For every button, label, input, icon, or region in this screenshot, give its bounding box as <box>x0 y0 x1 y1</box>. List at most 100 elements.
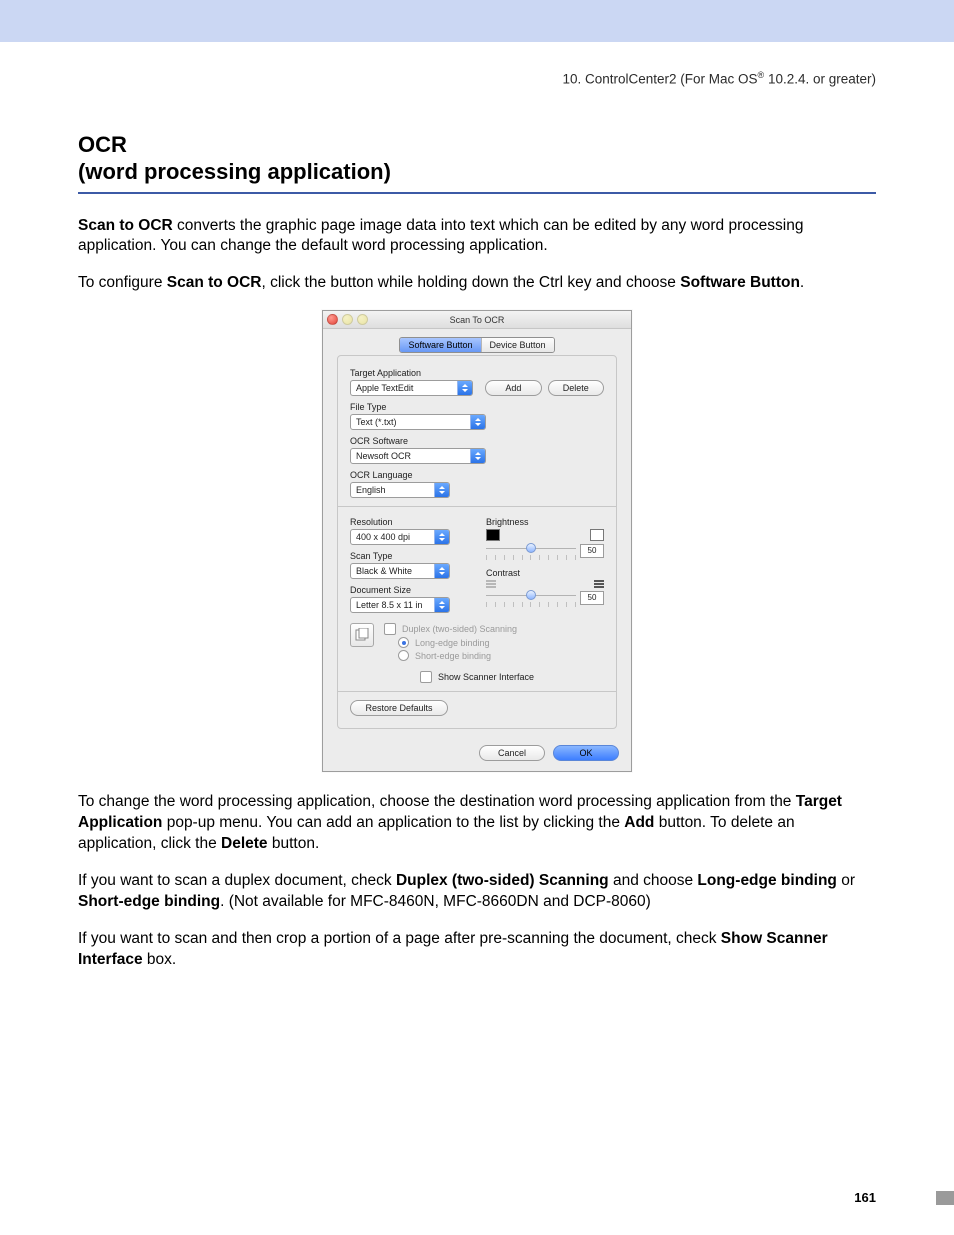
long-edge-radio[interactable] <box>398 637 409 648</box>
duplex-checkbox-row: Duplex (two-sided) Scanning <box>384 623 604 635</box>
page-number: 161 <box>854 1190 876 1205</box>
p5-a: If you want to scan and then crop a port… <box>78 930 721 947</box>
lower-grid: Resolution 400 x 400 dpi Scan Type Black… <box>350 515 604 613</box>
dialog-body: Software Button Device Button Target App… <box>323 329 631 739</box>
intro-paragraph-2: To configure Scan to OCR, click the butt… <box>78 273 876 294</box>
tab-software-button[interactable]: Software Button <box>400 338 481 352</box>
brightness-slider[interactable] <box>486 543 576 553</box>
scan-type-value: Black & White <box>351 566 434 576</box>
brightness-swatch-light-icon <box>590 529 604 541</box>
heading-line1: OCR <box>78 132 127 157</box>
dialog-footer: Cancel OK <box>323 739 631 771</box>
dropdown-arrows-icon <box>434 564 449 578</box>
contrast-low-icon <box>486 580 496 588</box>
target-application-value: Apple TextEdit <box>351 383 457 393</box>
p4-b: Duplex (two-sided) Scanning <box>396 872 609 889</box>
duplex-scan-icon <box>350 623 374 647</box>
scan-to-ocr-dialog: Scan To OCR Software Button Device Butto… <box>322 310 632 772</box>
contrast-slider[interactable] <box>486 590 576 600</box>
p3-f: Delete <box>221 835 268 852</box>
slider-thumb-icon[interactable] <box>526 590 536 600</box>
show-scanner-label: Show Scanner Interface <box>438 672 534 682</box>
delete-button[interactable]: Delete <box>548 380 604 396</box>
zoom-icon[interactable] <box>357 314 368 325</box>
duplex-row: Duplex (two-sided) Scanning Long-edge bi… <box>350 623 604 661</box>
close-icon[interactable] <box>327 314 338 325</box>
duplex-label: Duplex (two-sided) Scanning <box>402 624 517 634</box>
section-heading: OCR (word processing application) <box>78 131 876 186</box>
running-head-suffix: 10.2.4. or greater) <box>764 72 876 87</box>
running-head-prefix: 10. ControlCenter2 (For Mac OS <box>562 72 757 87</box>
p4-f: Short-edge binding <box>78 893 220 910</box>
page: 10. ControlCenter2 (For Mac OS® 10.2.4. … <box>0 0 954 1235</box>
p3-g: button. <box>268 835 320 852</box>
cancel-button[interactable]: Cancel <box>479 745 545 761</box>
p4-c: and choose <box>609 872 698 889</box>
titlebar: Scan To OCR <box>323 311 631 329</box>
long-edge-row: Long-edge binding <box>398 637 604 648</box>
p2-b: Scan to OCR <box>167 274 262 291</box>
resolution-label: Resolution <box>350 517 468 527</box>
ocr-language-label: OCR Language <box>350 470 604 480</box>
restore-defaults-button[interactable]: Restore Defaults <box>350 700 448 716</box>
brightness-ticks <box>486 555 576 560</box>
dropdown-arrows-icon <box>434 483 449 497</box>
document-size-label: Document Size <box>350 585 468 595</box>
slider-thumb-icon[interactable] <box>526 543 536 553</box>
duplex-checkbox[interactable] <box>384 623 396 635</box>
show-scanner-checkbox[interactable] <box>420 671 432 683</box>
resolution-value: 400 x 400 dpi <box>351 532 434 542</box>
settings-group: Target Application Apple TextEdit Add De… <box>337 355 617 729</box>
right-column: Brightness <box>486 515 604 613</box>
document-size-dropdown[interactable]: Letter 8.5 x 11 in <box>350 597 450 613</box>
intro-paragraph-1: Scan to OCR converts the graphic page im… <box>78 216 876 258</box>
scan-type-dropdown[interactable]: Black & White <box>350 563 450 579</box>
ocr-language-value: English <box>351 485 434 495</box>
document-size-value: Letter 8.5 x 11 in <box>351 600 434 610</box>
p1-rest: converts the graphic page image data int… <box>78 217 803 255</box>
contrast-value[interactable]: 50 <box>580 591 604 605</box>
short-edge-label: Short-edge binding <box>415 651 491 661</box>
dropdown-arrows-icon <box>470 449 485 463</box>
heading-rule <box>78 192 876 194</box>
p2-e: . <box>800 274 804 291</box>
paragraph-5: If you want to scan and then crop a port… <box>78 929 876 971</box>
minimize-icon[interactable] <box>342 314 353 325</box>
dropdown-arrows-icon <box>434 598 449 612</box>
p4-e: or <box>837 872 855 889</box>
p3-c: pop-up menu. You can add an application … <box>162 814 624 831</box>
left-column: Resolution 400 x 400 dpi Scan Type Black… <box>350 515 468 613</box>
brightness-swatch-dark-icon <box>486 529 500 541</box>
p3-a: To change the word processing applicatio… <box>78 793 796 810</box>
dropdown-arrows-icon <box>457 381 472 395</box>
add-button[interactable]: Add <box>485 380 541 396</box>
contrast-ticks <box>486 602 576 607</box>
dialog-title: Scan To OCR <box>323 315 631 325</box>
short-edge-radio[interactable] <box>398 650 409 661</box>
ok-button[interactable]: OK <box>553 745 619 761</box>
target-application-dropdown[interactable]: Apple TextEdit <box>350 380 473 396</box>
top-band <box>0 0 954 42</box>
ocr-language-dropdown[interactable]: English <box>350 482 450 498</box>
divider <box>338 691 616 692</box>
p2-a: To configure <box>78 274 167 291</box>
divider <box>338 506 616 507</box>
p5-c: box. <box>143 951 177 968</box>
p1-bold: Scan to OCR <box>78 217 173 234</box>
brightness-value[interactable]: 50 <box>580 544 604 558</box>
paragraph-4: If you want to scan a duplex document, c… <box>78 871 876 913</box>
target-application-label: Target Application <box>350 368 604 378</box>
file-type-dropdown[interactable]: Text (*.txt) <box>350 414 486 430</box>
file-type-value: Text (*.txt) <box>351 417 470 427</box>
running-head: 10. ControlCenter2 (For Mac OS® 10.2.4. … <box>78 70 876 87</box>
p3-d: Add <box>624 814 654 831</box>
heading-line2: (word processing application) <box>78 159 391 184</box>
resolution-dropdown[interactable]: 400 x 400 dpi <box>350 529 450 545</box>
ocr-software-dropdown[interactable]: Newsoft OCR <box>350 448 486 464</box>
paragraph-3: To change the word processing applicatio… <box>78 792 876 855</box>
p2-d: Software Button <box>680 274 800 291</box>
brightness-label: Brightness <box>486 517 604 527</box>
tab-device-button[interactable]: Device Button <box>482 338 554 352</box>
tab-bar: Software Button Device Button <box>337 337 617 352</box>
contrast-label: Contrast <box>486 568 604 578</box>
